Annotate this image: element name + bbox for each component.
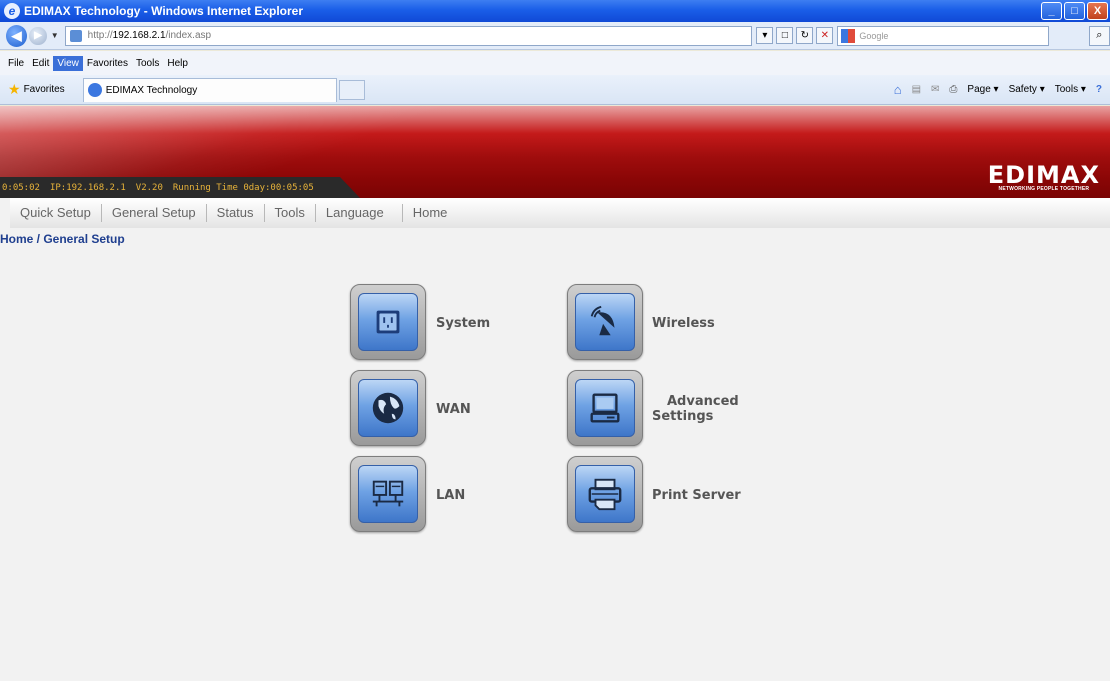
- status-ip: IP:192.168.2.1: [49, 182, 126, 193]
- printer-icon: [588, 478, 622, 511]
- address-bar: ◀ ▶ ▼ http:// 192.168.2.1 /index.asp ▾ □…: [0, 22, 1110, 50]
- help-icon[interactable]: ?: [1096, 84, 1102, 95]
- menu-file[interactable]: File: [4, 56, 28, 71]
- menu-tools[interactable]: Tools: [132, 56, 163, 71]
- nav-language[interactable]: Language: [316, 204, 403, 222]
- window-title-bar: e EDIMAX Technology - Windows Internet E…: [0, 0, 1110, 22]
- favorites-label: Favorites: [23, 84, 65, 95]
- compatibility-icon[interactable]: □: [776, 27, 794, 44]
- menu-edit[interactable]: Edit: [28, 56, 53, 71]
- command-bar: ⌂ ▤ ✉ ⎙ Page ▾ Safety ▾ Tools ▾ ?: [884, 82, 1102, 97]
- nav-home[interactable]: Home: [403, 204, 458, 222]
- history-dropdown-icon[interactable]: ▼: [51, 31, 59, 40]
- print-icon[interactable]: ⎙: [949, 84, 957, 95]
- tab-edimax[interactable]: EDIMAX Technology: [82, 77, 337, 102]
- lan-button[interactable]: [350, 456, 426, 532]
- menu-bar: File Edit View Favorites Tools Help: [0, 51, 1110, 75]
- page-icon: [69, 29, 82, 42]
- system-label[interactable]: System: [436, 316, 490, 331]
- nav-tools[interactable]: Tools: [265, 204, 316, 222]
- status-strip: 0:05:02 IP:192.168.2.1 V2.20 Running Tim…: [0, 177, 360, 198]
- new-tab-button[interactable]: [338, 79, 365, 100]
- nav-general-setup[interactable]: General Setup: [102, 204, 207, 222]
- satellite-dish-icon: [590, 305, 615, 336]
- edimax-banner: 0:05:02 IP:192.168.2.1 V2.20 Running Tim…: [0, 106, 1110, 198]
- print-server-label[interactable]: Print Server: [652, 488, 741, 503]
- google-icon: [841, 28, 856, 43]
- minimize-button[interactable]: _: [1041, 2, 1062, 20]
- tab-title: EDIMAX Technology: [105, 84, 198, 96]
- lan-label[interactable]: LAN: [436, 488, 465, 503]
- window-controls: _ □ X: [1041, 2, 1108, 20]
- wireless-label[interactable]: Wireless: [652, 316, 715, 331]
- ie-page-icon: [87, 83, 102, 97]
- logo-text: EDIMAX: [987, 161, 1100, 189]
- address-dropdown-icon[interactable]: ▾: [756, 27, 774, 44]
- globe-icon: [372, 392, 404, 424]
- maximize-button[interactable]: □: [1064, 2, 1085, 20]
- wan-label[interactable]: WAN: [436, 402, 471, 417]
- status-version: V2.20: [135, 182, 163, 193]
- menu-view[interactable]: View: [53, 55, 83, 71]
- logo-tagline: NETWORKING PEOPLE TOGETHER: [998, 186, 1090, 192]
- url-input[interactable]: http:// 192.168.2.1 /index.asp: [64, 25, 753, 46]
- menu-help[interactable]: Help: [163, 56, 192, 71]
- favorites-button[interactable]: ★ Favorites: [8, 81, 65, 98]
- back-button[interactable]: ◀: [6, 24, 28, 47]
- wireless-button[interactable]: [567, 284, 643, 360]
- url-scheme: http://: [87, 30, 113, 41]
- window-title: EDIMAX Technology - Windows Internet Exp…: [24, 4, 304, 18]
- page-menu[interactable]: Page ▾: [967, 84, 998, 95]
- edimax-logo: EDIMAX NETWORKING PEOPLE TOGETHER: [987, 161, 1100, 192]
- tools-menu[interactable]: Tools ▾: [1055, 84, 1086, 95]
- advanced-label-line1: Advanced: [667, 394, 739, 409]
- ie-logo-icon: e: [4, 3, 20, 19]
- breadcrumb: Home / General Setup: [0, 232, 125, 246]
- status-running-time: Running Time 0day:00:05:05: [172, 182, 314, 193]
- stop-icon[interactable]: ✕: [816, 27, 834, 44]
- home-icon[interactable]: ⌂: [894, 82, 902, 97]
- system-button[interactable]: [350, 284, 426, 360]
- print-server-button[interactable]: [567, 456, 643, 532]
- refresh-icon[interactable]: ↻: [796, 27, 814, 44]
- url-path: /index.asp: [165, 30, 212, 41]
- status-clock: 0:05:02: [2, 182, 40, 193]
- close-button[interactable]: X: [1087, 2, 1108, 20]
- advanced-label-line2: Settings: [652, 409, 714, 424]
- feeds-icon[interactable]: ▤: [912, 84, 921, 95]
- url-host: 192.168.2.1: [112, 30, 166, 41]
- wan-button[interactable]: [350, 370, 426, 446]
- nav-quick-setup[interactable]: Quick Setup: [10, 204, 102, 222]
- favorites-bar: ★ Favorites EDIMAX Technology ⌂ ▤ ✉ ⎙ Pa…: [0, 75, 1110, 105]
- mail-icon[interactable]: ✉: [931, 84, 939, 95]
- nav-status[interactable]: Status: [207, 204, 265, 222]
- safety-menu[interactable]: Safety ▾: [1009, 84, 1045, 95]
- main-nav: Quick Setup General Setup Status Tools L…: [10, 198, 1110, 228]
- advanced-settings-label[interactable]: Advanced Settings: [652, 394, 739, 424]
- power-outlet-icon: [376, 310, 400, 334]
- search-placeholder: Google: [859, 30, 889, 41]
- page-content: 0:05:02 IP:192.168.2.1 V2.20 Running Tim…: [0, 106, 1110, 681]
- lan-computers-icon: [372, 480, 404, 507]
- menu-favorites[interactable]: Favorites: [83, 56, 132, 71]
- favorites-star-icon: ★: [8, 81, 21, 97]
- search-input[interactable]: Google: [837, 25, 1049, 46]
- advanced-settings-button[interactable]: [567, 370, 643, 446]
- forward-button[interactable]: ▶: [29, 26, 47, 45]
- search-icon[interactable]: ⌕: [1088, 25, 1110, 46]
- computer-icon: [590, 393, 620, 423]
